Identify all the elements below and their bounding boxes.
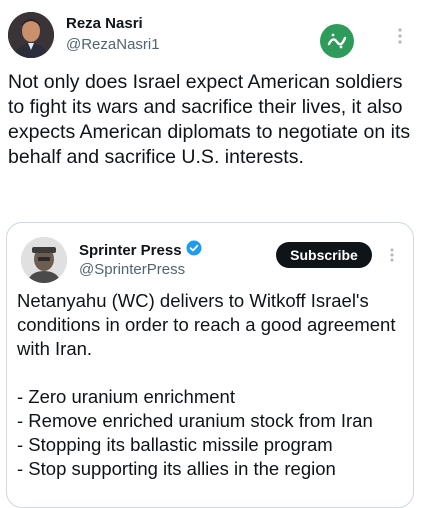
- subscribe-button[interactable]: Subscribe: [276, 242, 372, 268]
- author-avatar[interactable]: [8, 12, 54, 58]
- quoted-author-name[interactable]: Sprinter Press: [79, 242, 182, 259]
- quoted-more-options-icon[interactable]: [382, 245, 402, 265]
- quoted-author-handle[interactable]: @SprinterPress: [79, 261, 185, 278]
- quoted-paragraph: Netanyahu (WC) delivers to Witkoff Israe…: [17, 290, 396, 359]
- quoted-author-name-row[interactable]: Sprinter Press: [79, 240, 202, 260]
- quoted-tweet-text: Netanyahu (WC) delivers to Witkoff Israe…: [17, 289, 409, 481]
- verified-badge-icon: [186, 240, 202, 260]
- quoted-tweet-card[interactable]: Sprinter Press @SprinterPress Subscribe …: [6, 222, 414, 508]
- list-item: - Remove enriched uranium stock from Ira…: [17, 410, 373, 431]
- conditions-list: - Zero uranium enrichment - Remove enric…: [17, 385, 409, 481]
- brand-logo-icon: [320, 24, 354, 58]
- tweet-text: Not only does Israel expect American sol…: [8, 71, 416, 168]
- author-handle[interactable]: @RezaNasri1: [66, 36, 160, 53]
- list-item: - Zero uranium enrichment: [17, 386, 235, 407]
- quoted-author-avatar[interactable]: [21, 237, 67, 283]
- author-name[interactable]: Reza Nasri: [66, 15, 143, 32]
- list-item: - Stopping its ballastic missile program: [17, 434, 333, 455]
- more-options-icon[interactable]: [390, 26, 410, 46]
- list-item: - Stop supporting its allies in the regi…: [17, 458, 336, 479]
- tweet-post: Reza Nasri @RezaNasri1 Not only does Isr…: [0, 0, 422, 508]
